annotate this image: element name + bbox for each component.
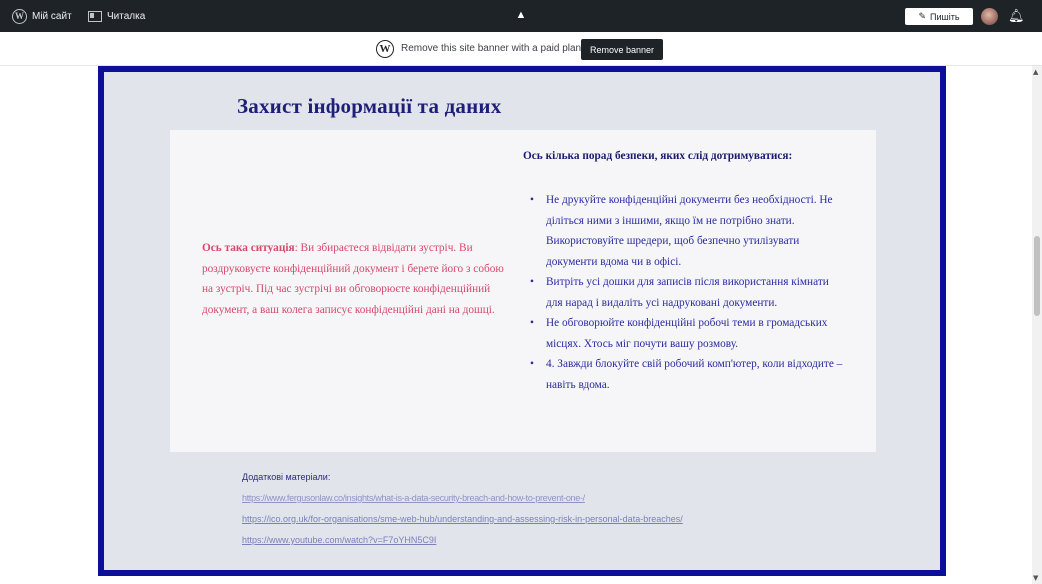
resource-link[interactable]: https://www.youtube.com/watch?v=F7oYHN5C… xyxy=(242,535,683,545)
list-item: Витріть усі дошки для записів після вико… xyxy=(530,272,846,313)
list-item: Не обговорюйте конфіденційні робочі теми… xyxy=(530,313,846,354)
avatar[interactable] xyxy=(981,8,998,25)
banner-text: Remove this site banner with a paid plan xyxy=(401,43,582,54)
scroll-down-icon[interactable]: ▼ xyxy=(1033,574,1038,582)
page-title: Захист інформації та даних xyxy=(237,94,502,118)
tips-list: Не друкуйте конфіденційні документи без … xyxy=(530,190,846,395)
tips-heading: Ось кілька порад безпеки, яких слід дотр… xyxy=(523,150,793,162)
customize-icon[interactable]: ▲ xyxy=(513,9,529,23)
wordpress-icon: W xyxy=(12,8,27,24)
situation-paragraph: Ось така ситуація: Ви збираєтеся відвіда… xyxy=(202,238,514,320)
scroll-up-icon[interactable]: ▲ xyxy=(1033,68,1038,76)
scrollbar[interactable]: ▲ ▼ xyxy=(1032,66,1042,584)
notifications-icon[interactable]: 🔔︎ xyxy=(1008,8,1025,24)
resource-link[interactable]: https://www.fergusonlaw.co/insights/what… xyxy=(242,493,683,503)
resource-link[interactable]: https://ico.org.uk/for-organisations/sme… xyxy=(242,514,683,524)
remove-banner-button[interactable]: Remove banner xyxy=(581,39,663,60)
my-site-menu[interactable]: W Мій сайт xyxy=(12,0,72,32)
additional-materials-label: Додаткові матеріали: xyxy=(242,472,331,482)
content-card: Ось така ситуація: Ви збираєтеся відвіда… xyxy=(170,130,876,452)
list-item: 4. Завжди блокуйте свій робочий комп'юте… xyxy=(530,354,846,395)
site-banner: W Remove this site banner with a paid pl… xyxy=(0,32,1042,66)
wordpress-logo-icon: W xyxy=(376,40,394,58)
admin-bar: W Мій сайт Читалка ▲ ✎ Пишіть 🔔︎ xyxy=(0,0,1042,32)
write-button[interactable]: ✎ Пишіть xyxy=(905,8,973,25)
pencil-icon: ✎ xyxy=(918,11,926,21)
list-item: Не друкуйте конфіденційні документи без … xyxy=(530,190,846,272)
reader-icon xyxy=(88,10,102,22)
situation-label: Ось така ситуація xyxy=(202,242,295,254)
additional-materials: Додаткові матеріали: https://www.ferguso… xyxy=(242,472,683,545)
scrollbar-thumb[interactable] xyxy=(1034,236,1040,316)
reader-menu[interactable]: Читалка xyxy=(88,0,145,32)
reader-label: Читалка xyxy=(107,10,146,22)
my-site-label: Мій сайт xyxy=(32,10,72,22)
write-label: Пишіть xyxy=(930,11,960,22)
content-frame: Захист інформації та даних Ось така ситу… xyxy=(98,66,946,576)
